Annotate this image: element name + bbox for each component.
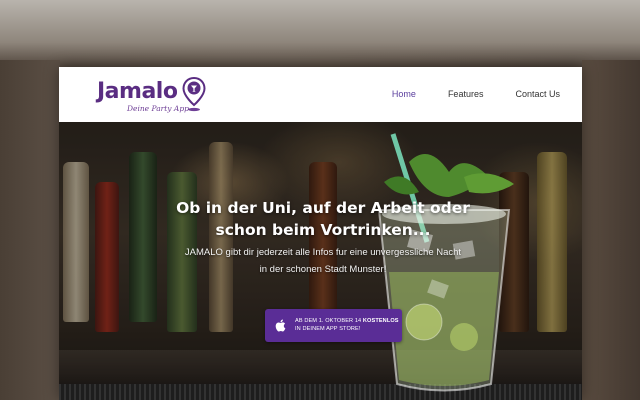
hero-section: Ob in der Uni, auf der Arbeit oder schon… <box>59 122 582 400</box>
cta-line1-bold: KOSTENLOS <box>362 318 399 324</box>
app-store-button[interactable]: AB DEM 1. OKTOBER 14 KOSTENLOS IN DEINEM… <box>265 309 402 342</box>
hero-description-line1: JAMALO gibt dir jederzeit alle Infos fur… <box>184 247 462 258</box>
cta-line1-prefix: AB DEM 1. OKTOBER 14 <box>295 318 363 324</box>
nav-home[interactable]: Home <box>392 89 416 99</box>
hero-description-line2: in der schonen Stadt Munster! <box>259 264 387 275</box>
hero-headline-line2: schon beim Vortrinken... <box>215 221 431 239</box>
map-pin-icon <box>182 77 206 112</box>
hero-headline-line1: Ob in der Uni, auf der Arbeit oder <box>176 199 470 217</box>
brand-tagline: Deine Party App <box>127 104 189 113</box>
brand-name: Jamalo <box>97 79 178 104</box>
nav-features[interactable]: Features <box>448 89 484 99</box>
navbar: Jamalo Deine Party App Home Features Con… <box>59 67 582 122</box>
hero-headline: Ob in der Uni, auf der Arbeit oder schon… <box>159 197 487 241</box>
brand-logo[interactable]: Jamalo Deine Party App <box>97 77 212 117</box>
background-blur-right <box>582 60 640 400</box>
background-blur-top <box>0 0 640 70</box>
website-frame: Jamalo Deine Party App Home Features Con… <box>59 67 582 400</box>
app-store-button-label: AB DEM 1. OKTOBER 14 KOSTENLOS IN DEINEM… <box>295 318 399 333</box>
main-nav: Home Features Contact Us <box>360 89 560 99</box>
apple-icon <box>275 319 286 332</box>
nav-contact-us[interactable]: Contact Us <box>515 89 560 99</box>
cta-line2: IN DEINEM APP STORE! <box>295 325 361 332</box>
background-blur-left <box>0 60 60 400</box>
hero-description: JAMALO gibt dir jederzeit alle Infos fur… <box>159 244 487 278</box>
